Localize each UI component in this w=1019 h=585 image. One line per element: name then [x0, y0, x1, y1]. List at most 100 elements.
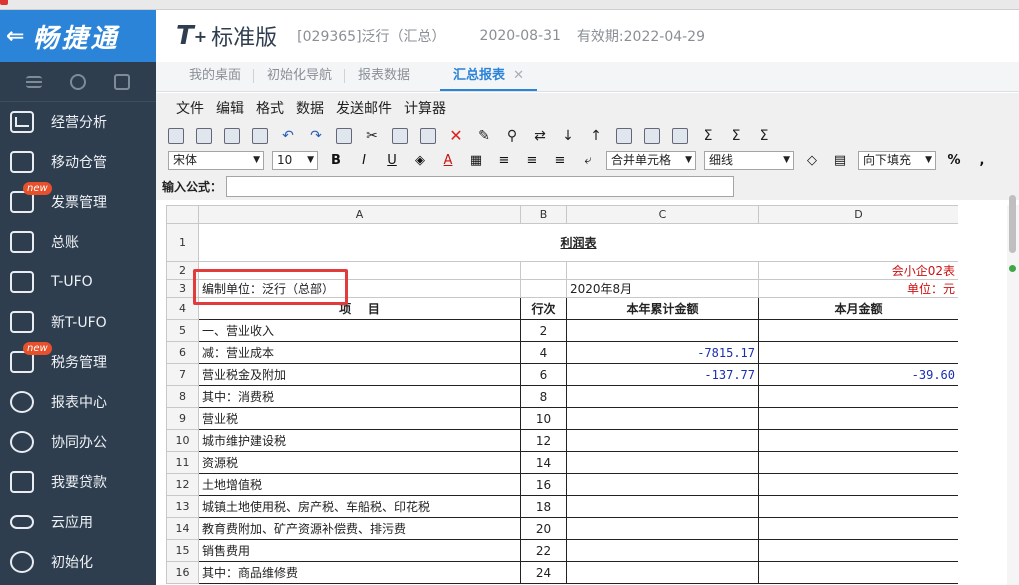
- cell[interactable]: [198, 261, 521, 280]
- period-cell[interactable]: 2020年8月: [566, 279, 759, 298]
- tab-summary-report[interactable]: 汇总报表 ✕: [440, 61, 537, 91]
- border-style-select[interactable]: 细线: [704, 150, 794, 170]
- row-header[interactable]: 3: [166, 279, 199, 298]
- line-cell[interactable]: 2: [520, 319, 567, 342]
- month-cell[interactable]: -39.60: [758, 363, 958, 386]
- row-header[interactable]: 16: [166, 561, 199, 584]
- cell[interactable]: [520, 279, 567, 298]
- ytd-cell[interactable]: [566, 429, 759, 452]
- fill-direction-select[interactable]: 向下填充: [858, 150, 936, 170]
- row-header[interactable]: 2: [166, 261, 199, 280]
- merge-cells-select[interactable]: 合并单元格: [606, 150, 696, 170]
- print-preview-icon[interactable]: [224, 127, 240, 144]
- cell[interactable]: [566, 261, 759, 280]
- format-brush-icon[interactable]: ✎: [476, 128, 492, 144]
- line-cell[interactable]: 8: [520, 385, 567, 408]
- ytd-cell[interactable]: [566, 385, 759, 408]
- ytd-cell[interactable]: -137.77: [566, 363, 759, 386]
- sidebar-item-cloud-apps[interactable]: 云应用: [0, 502, 156, 542]
- copy-icon[interactable]: [392, 127, 408, 144]
- menu-format[interactable]: 格式: [256, 98, 284, 118]
- line-cell[interactable]: 18: [520, 495, 567, 518]
- sidebar-item-mobile-warehouse[interactable]: 移动仓管: [0, 142, 156, 182]
- month-cell[interactable]: [758, 319, 958, 342]
- italic-button[interactable]: I: [354, 153, 374, 168]
- sidebar-item-new-t-ufo[interactable]: 新T-UFO: [0, 302, 156, 342]
- cell[interactable]: [520, 261, 567, 280]
- sidebar-item-t-ufo[interactable]: T-UFO: [0, 262, 156, 302]
- line-cell[interactable]: 22: [520, 539, 567, 562]
- ytd-cell[interactable]: [566, 407, 759, 430]
- cut-icon[interactable]: ✂: [364, 128, 380, 144]
- sidebar-item-collaboration[interactable]: 协同办公: [0, 422, 156, 462]
- item-cell[interactable]: 营业税: [198, 407, 521, 430]
- row-header[interactable]: 10: [166, 429, 199, 452]
- report-title[interactable]: 利润表: [198, 223, 958, 262]
- month-cell[interactable]: [758, 407, 958, 430]
- row-header[interactable]: 11: [166, 451, 199, 474]
- item-cell[interactable]: 土地增值税: [198, 473, 521, 496]
- scrollbar-thumb[interactable]: [1009, 195, 1016, 253]
- month-cell[interactable]: [758, 429, 958, 452]
- thousands-button[interactable]: ,: [972, 153, 992, 168]
- menu-icon[interactable]: [26, 75, 42, 88]
- select-all-icon[interactable]: [336, 127, 352, 144]
- percent-button[interactable]: %: [944, 153, 964, 168]
- ytd-cell[interactable]: -7815.17: [566, 341, 759, 364]
- unit-cell[interactable]: 编制单位：泛行（总部）: [198, 279, 521, 298]
- column-header-a[interactable]: A: [198, 205, 521, 224]
- column-header-b[interactable]: B: [520, 205, 567, 224]
- form-code-cell[interactable]: 会小企02表: [758, 261, 958, 280]
- chart-icon[interactable]: [616, 127, 632, 144]
- vertical-scrollbar[interactable]: [1007, 195, 1019, 585]
- eraser-icon[interactable]: ◇: [802, 153, 822, 168]
- row-header[interactable]: 12: [166, 473, 199, 496]
- item-cell[interactable]: 一、营业收入: [198, 319, 521, 342]
- item-cell[interactable]: 其中：商品维修费: [198, 561, 521, 584]
- item-cell[interactable]: 城镇土地使用税、房产税、车船税、印花税: [198, 495, 521, 518]
- menu-data[interactable]: 数据: [296, 98, 324, 118]
- close-tab-icon[interactable]: ✕: [513, 68, 524, 83]
- find-icon[interactable]: ⚲: [504, 128, 520, 144]
- row-header[interactable]: 14: [166, 517, 199, 540]
- month-cell[interactable]: [758, 473, 958, 496]
- sidebar-item-tax[interactable]: new 税务管理: [0, 342, 156, 382]
- sidebar-item-report-center[interactable]: 报表中心: [0, 382, 156, 422]
- item-cell[interactable]: 城市维护建设税: [198, 429, 521, 452]
- line-cell[interactable]: 24: [520, 561, 567, 584]
- item-cell[interactable]: 销售费用: [198, 539, 521, 562]
- month-cell[interactable]: [758, 517, 958, 540]
- ytd-cell[interactable]: [566, 495, 759, 518]
- row-sum-icon[interactable]: Σ: [728, 128, 744, 144]
- ytd-cell[interactable]: [566, 451, 759, 474]
- header-month[interactable]: 本月金额: [758, 297, 958, 320]
- item-cell[interactable]: 其中：消费税: [198, 385, 521, 408]
- row-header[interactable]: 4: [166, 297, 199, 320]
- fill-color-icon[interactable]: ◈: [410, 153, 430, 168]
- line-cell[interactable]: 10: [520, 407, 567, 430]
- item-cell[interactable]: 减：营业成本: [198, 341, 521, 364]
- corner-cell[interactable]: [166, 205, 199, 224]
- line-cell[interactable]: 6: [520, 363, 567, 386]
- spreadsheet[interactable]: A B C D 1 利润表 2 会小企02表 3 编制单位：泛行（总部） 202…: [166, 205, 958, 585]
- ytd-cell[interactable]: [566, 517, 759, 540]
- column-header-c[interactable]: C: [566, 205, 759, 224]
- line-cell[interactable]: 16: [520, 473, 567, 496]
- sort-ascending-icon[interactable]: ↓: [560, 128, 576, 144]
- header-item[interactable]: 项 目: [198, 297, 521, 320]
- sidebar-item-initialize[interactable]: 初始化: [0, 542, 156, 582]
- paste-icon[interactable]: [420, 127, 436, 144]
- line-cell[interactable]: 12: [520, 429, 567, 452]
- align-right-icon[interactable]: ≡: [550, 153, 570, 168]
- save-all-icon[interactable]: [196, 127, 212, 144]
- line-cell[interactable]: 4: [520, 341, 567, 364]
- row-header[interactable]: 9: [166, 407, 199, 430]
- sort-descending-icon[interactable]: ↑: [588, 128, 604, 144]
- sidebar-item-invoice[interactable]: new 发票管理: [0, 182, 156, 222]
- month-cell[interactable]: [758, 341, 958, 364]
- column-header-d[interactable]: D: [758, 205, 958, 224]
- ytd-cell[interactable]: [566, 319, 759, 342]
- save-icon[interactable]: [168, 127, 184, 144]
- tab-my-desktop[interactable]: 我的桌面: [176, 61, 255, 91]
- column-sum-icon[interactable]: Σ: [756, 128, 772, 144]
